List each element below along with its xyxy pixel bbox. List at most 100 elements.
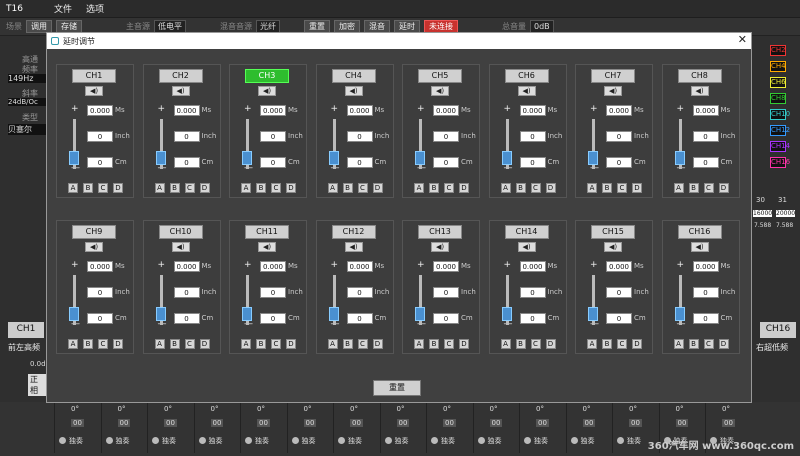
type-value[interactable]: 贝塞尔 [8, 124, 46, 135]
right-channel[interactable]: CH16 [760, 322, 796, 338]
channel-tag[interactable]: CH8 [770, 93, 786, 104]
preset-b-button[interactable]: B [602, 183, 612, 193]
speaker-icon[interactable]: ◀) [690, 242, 709, 252]
channel-tag[interactable]: CH14 [770, 141, 790, 152]
preset-b-button[interactable]: B [688, 339, 699, 349]
inch-input[interactable]: 0 [173, 131, 200, 142]
speaker-icon[interactable]: ◀) [258, 242, 276, 252]
inch-input[interactable]: 0 [692, 131, 719, 142]
inch-input[interactable]: 0 [87, 287, 113, 298]
cm-input[interactable]: 0 [606, 157, 632, 168]
solo-radio[interactable] [524, 437, 531, 444]
inch-input[interactable]: 0 [519, 287, 546, 298]
plus-icon[interactable]: + [244, 104, 252, 114]
oo-button[interactable]: 00 [257, 419, 270, 427]
preset-a-button[interactable]: A [154, 339, 165, 349]
speaker-icon[interactable]: ◀) [258, 86, 276, 96]
channel-button[interactable]: CH5 [418, 69, 462, 83]
plus-icon[interactable]: + [677, 260, 685, 270]
dialog-reset-button[interactable]: 重置 [373, 380, 421, 396]
cm-input[interactable]: 0 [606, 313, 632, 324]
ms-input[interactable]: 0.000 [87, 105, 113, 116]
ms-input[interactable]: 0.000 [346, 261, 373, 272]
ms-input[interactable]: 0.000 [87, 261, 113, 272]
preset-c-button[interactable]: C [617, 183, 627, 193]
preset-b-button[interactable]: B [429, 183, 439, 193]
ms-input[interactable]: 0.000 [692, 261, 719, 272]
oo-button[interactable]: 00 [582, 419, 596, 427]
preset-a-button[interactable]: A [673, 183, 684, 193]
channel-tag[interactable]: CH16 [770, 157, 790, 168]
preset-c-button[interactable]: C [357, 339, 368, 349]
inch-input[interactable]: 0 [87, 131, 113, 142]
preset-d-button[interactable]: D [632, 183, 642, 193]
preset-b-button[interactable]: B [688, 183, 699, 193]
channel-button[interactable]: CH15 [591, 225, 635, 239]
plus-icon[interactable]: + [71, 260, 79, 270]
inch-input[interactable]: 0 [606, 131, 632, 142]
inch-input[interactable]: 0 [692, 287, 719, 298]
delay-slider-thumb[interactable] [674, 307, 685, 321]
delay-slider-thumb[interactable] [155, 307, 166, 321]
inch-input[interactable]: 0 [346, 287, 373, 298]
cm-input[interactable]: 0 [260, 157, 286, 168]
plus-icon[interactable]: + [331, 260, 339, 270]
oo-button[interactable]: 00 [722, 419, 735, 427]
cm-input[interactable]: 0 [346, 157, 373, 168]
channel-tag[interactable]: CH10 [770, 109, 790, 120]
delay-slider-thumb[interactable] [155, 151, 166, 165]
preset-a-button[interactable]: A [587, 339, 597, 349]
oo-button[interactable]: 00 [536, 419, 549, 427]
ms-input[interactable]: 0.000 [260, 261, 286, 272]
preset-d-button[interactable]: D [718, 339, 729, 349]
delay-slider-thumb[interactable] [674, 151, 685, 165]
preset-b-button[interactable]: B [83, 183, 93, 193]
solo-radio[interactable] [617, 437, 624, 444]
preset-d-button[interactable]: D [718, 183, 729, 193]
inch-input[interactable]: 0 [260, 131, 286, 142]
channel-button[interactable]: CH7 [591, 69, 635, 83]
solo-radio[interactable] [245, 437, 252, 444]
oo-button[interactable]: 00 [164, 419, 177, 427]
preset-b-button[interactable]: B [342, 339, 353, 349]
preset-c-button[interactable]: C [357, 183, 368, 193]
preset-d-button[interactable]: D [372, 339, 383, 349]
inch-input[interactable]: 0 [433, 287, 459, 298]
preset-b-button[interactable]: B [602, 339, 612, 349]
delay-slider-thumb[interactable] [328, 307, 339, 321]
plus-icon[interactable]: + [158, 104, 166, 114]
speaker-icon[interactable]: ◀) [690, 86, 709, 96]
preset-d-button[interactable]: D [286, 339, 296, 349]
preset-a-button[interactable]: A [327, 183, 338, 193]
channel-tag[interactable]: CH4 [770, 61, 786, 72]
right-v4[interactable]: 20000 [776, 210, 796, 217]
delay-slider-thumb[interactable] [415, 307, 425, 321]
inch-input[interactable]: 0 [519, 131, 546, 142]
close-icon[interactable]: ✕ [738, 33, 747, 46]
speaker-icon[interactable]: ◀) [604, 242, 622, 252]
preset-c-button[interactable]: C [530, 339, 541, 349]
speaker-icon[interactable]: ◀) [85, 242, 103, 252]
delay-slider-thumb[interactable] [69, 151, 79, 165]
cm-input[interactable]: 0 [87, 157, 113, 168]
preset-d-button[interactable]: D [113, 183, 123, 193]
preset-d-button[interactable]: D [199, 183, 210, 193]
speaker-icon[interactable]: ◀) [604, 86, 622, 96]
plus-icon[interactable]: + [504, 104, 512, 114]
preset-a-button[interactable]: A [414, 183, 424, 193]
channel-button[interactable]: CH2 [158, 69, 203, 83]
preset-a-button[interactable]: A [68, 183, 78, 193]
preset-b-button[interactable]: B [169, 339, 180, 349]
ms-input[interactable]: 0.000 [433, 105, 459, 116]
speaker-icon[interactable]: ◀) [85, 86, 103, 96]
plus-icon[interactable]: + [158, 260, 166, 270]
preset-d-button[interactable]: D [632, 339, 642, 349]
speaker-icon[interactable]: ◀) [431, 86, 449, 96]
preset-b-button[interactable]: B [429, 339, 439, 349]
solo-radio[interactable] [291, 437, 299, 444]
cm-input[interactable]: 0 [346, 313, 373, 324]
solo-radio[interactable] [570, 437, 578, 444]
plus-icon[interactable]: + [677, 104, 685, 114]
preset-c-button[interactable]: C [98, 339, 108, 349]
preset-d-button[interactable]: D [199, 339, 210, 349]
